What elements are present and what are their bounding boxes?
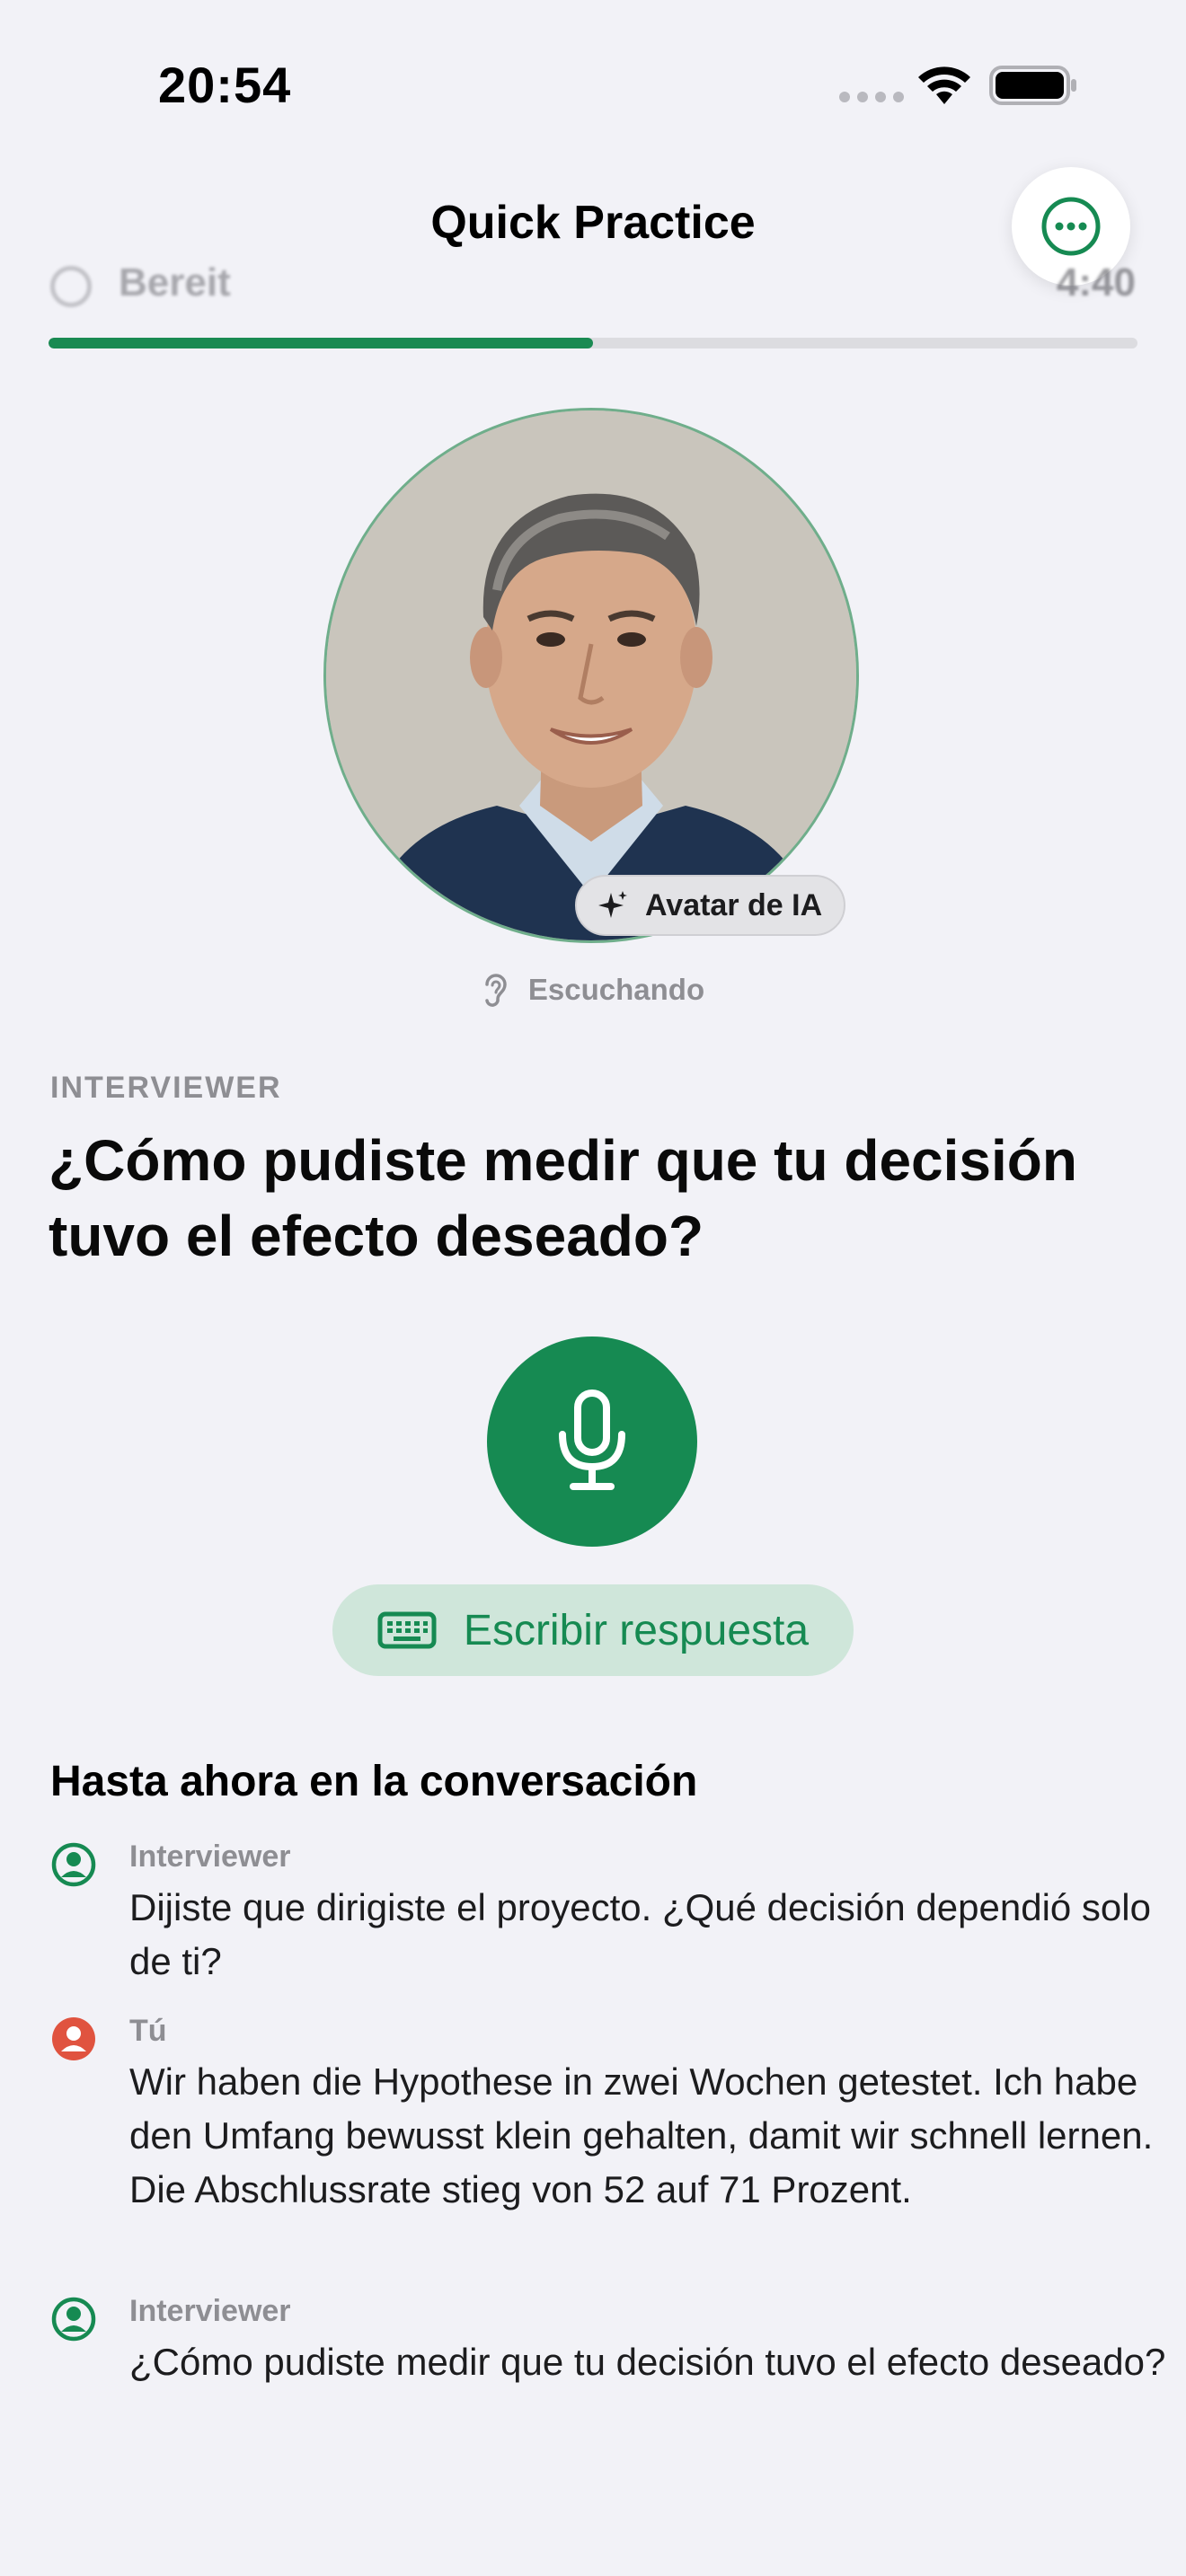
page-title: Quick Practice [430, 197, 756, 249]
conversation-title: Hasta ahora en la conversación [50, 1758, 698, 1805]
conversation-message: Tú Wir haben die Hypothese in zwei Woche… [50, 2014, 1155, 2283]
session-status-row: Bereit 4:40 [50, 260, 1136, 314]
ai-avatar-label: Avatar de IA [645, 887, 823, 922]
conversation-message: Interviewer ¿Cómo pudiste medir que tu d… [50, 2294, 1165, 2456]
person-circle-icon [51, 1842, 96, 1887]
person-circle-icon [52, 2017, 95, 2060]
session-timer: 4:40 [1056, 260, 1136, 304]
conversation-message: Interviewer Dijiste que dirigiste el pro… [50, 1839, 1155, 2001]
write-answer-button[interactable]: Escribir respuesta [332, 1584, 854, 1676]
ai-avatar-badge: Avatar de IA [575, 875, 846, 936]
status-time: 20:54 [158, 57, 292, 113]
message-author: Interviewer [129, 2294, 291, 2328]
status-label: Bereit [119, 260, 231, 304]
keyboard-icon [377, 1611, 437, 1649]
sparkles-icon [598, 891, 627, 918]
more-icon [1041, 197, 1101, 256]
battery-icon [989, 66, 1076, 105]
question-role-caption: INTERVIEWER [50, 1071, 282, 1105]
listening-status: Escuchando [0, 972, 1186, 1008]
microphone-button[interactable] [487, 1337, 697, 1547]
message-author: Tú [129, 2014, 167, 2048]
message-text: Wir haben die Hypothese in zwei Wochen g… [129, 2060, 1154, 2210]
ear-icon [485, 974, 507, 1007]
microphone-icon [559, 1389, 625, 1490]
message-text: ¿Cómo pudiste medir que tu decisión tuvo… [129, 2341, 1166, 2383]
current-question: ¿Cómo pudiste medir que tu decisión tuvo… [49, 1128, 1077, 1268]
person-circle-icon [51, 2297, 96, 2342]
cellular-signal-icon [839, 92, 904, 102]
write-answer-label: Escribir respuesta [463, 1606, 810, 1654]
interviewer-avatar [323, 408, 859, 943]
message-author: Interviewer [129, 1839, 291, 1874]
progress-fill [49, 338, 593, 348]
message-text: Dijiste que dirigiste el proyecto. ¿Qué … [129, 1886, 1151, 1982]
status-indicator [50, 266, 92, 307]
wifi-icon [918, 66, 970, 104]
progress-bar [49, 338, 1137, 348]
listening-label: Escuchando [527, 973, 705, 1006]
